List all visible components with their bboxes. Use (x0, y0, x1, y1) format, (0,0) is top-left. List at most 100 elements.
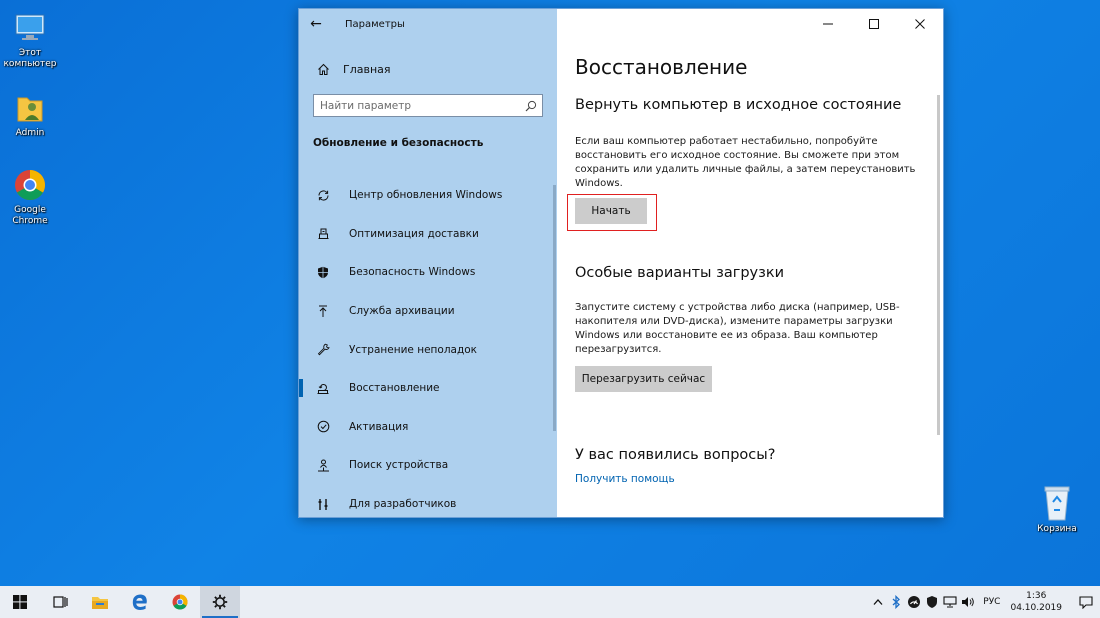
defender-tray-icon[interactable] (923, 586, 941, 618)
sidebar-item-label: Восстановление (349, 382, 440, 395)
clock-date: 04.10.2019 (1010, 603, 1062, 613)
sidebar-item-label: Для разработчиков (349, 498, 457, 511)
get-help-link[interactable]: Получить помощь (575, 473, 675, 485)
sidebar-item-developers[interactable]: Для разработчиков (299, 485, 557, 517)
desktop-icon-recycle-bin[interactable]: Корзина (1027, 484, 1087, 535)
restart-now-button[interactable]: Перезагрузить сейчас (575, 366, 712, 392)
backup-arrow-icon (311, 303, 335, 319)
search-input[interactable] (320, 99, 520, 112)
desktop-icon-this-pc[interactable]: Этот компьютер (0, 10, 60, 70)
maximize-icon (869, 19, 879, 29)
desktop-icon-label: Этот компьютер (3, 48, 57, 69)
edge-button[interactable] (120, 586, 160, 618)
sidebar-item-recovery[interactable]: Восстановление (299, 369, 557, 408)
desktop-icon-label: Google Chrome (12, 205, 48, 226)
recycle-bin-icon (1041, 484, 1073, 522)
start-button[interactable] (0, 586, 40, 618)
sidebar-item-label: Главная (343, 62, 391, 76)
recovery-content: Восстановление Вернуть компьютер в исход… (557, 9, 943, 517)
minimize-icon (823, 23, 833, 25)
bluetooth-tray-icon[interactable] (887, 586, 905, 618)
desktop-icon-label: Корзина (1037, 524, 1077, 534)
system-tray: РУС 1:36 04.10.2019 (869, 586, 1100, 618)
network-tray-icon[interactable] (941, 586, 959, 618)
desktop-icon-chrome[interactable]: Google Chrome (0, 167, 60, 227)
chevron-up-icon (873, 599, 883, 605)
recovery-icon (311, 380, 335, 396)
reset-description: Если ваш компьютер работает нестабильно,… (575, 136, 916, 189)
sidebar-item-windows-security[interactable]: Безопасность Windows (299, 253, 557, 292)
settings-sidebar: ← Параметры Главная Обновление и безопас… (299, 9, 557, 517)
bluetooth-icon (892, 595, 901, 609)
sidebar-item-windows-update[interactable]: Центр обновления Windows (299, 176, 557, 215)
sidebar-item-delivery-optimization[interactable]: Оптимизация доставки (299, 215, 557, 254)
chrome-icon (12, 167, 48, 203)
app-tray-icon[interactable] (905, 586, 923, 618)
task-view-icon (53, 596, 68, 608)
edge-icon (132, 594, 147, 610)
clock-time: 1:36 (1026, 591, 1047, 601)
back-button[interactable]: ← (299, 9, 333, 39)
sidebar-scrollbar[interactable] (553, 185, 556, 431)
shield-icon (311, 264, 335, 280)
search-box (313, 94, 543, 117)
folder-icon (92, 596, 108, 609)
content-scrollbar[interactable] (937, 95, 940, 435)
start-reset-button[interactable]: Начать (575, 198, 647, 224)
sidebar-item-label: Центр обновления Windows (349, 189, 503, 202)
action-center-button[interactable] (1072, 586, 1100, 618)
task-view-button[interactable] (40, 586, 80, 618)
shield-icon (927, 596, 938, 608)
show-hidden-icons-button[interactable] (869, 586, 887, 618)
title-bar: ← Параметры (299, 9, 557, 39)
sidebar-item-label: Активация (349, 420, 409, 433)
reset-heading: Вернуть компьютер в исходное состояние (575, 97, 902, 113)
sidebar-item-find-device[interactable]: Поиск устройства (299, 446, 557, 485)
sidebar-item-activation[interactable]: Активация (299, 408, 557, 447)
delivery-icon (311, 226, 335, 242)
gear-icon (212, 594, 228, 610)
sidebar-item-label: Устранение неполадок (349, 343, 477, 356)
maximize-button[interactable] (851, 9, 897, 39)
minimize-button[interactable] (805, 9, 851, 39)
advanced-startup-description: Запустите систему с устройства либо диск… (575, 302, 900, 355)
sidebar-item-label: Служба архивации (349, 305, 455, 318)
developer-tools-icon (311, 496, 335, 512)
sidebar-item-backup[interactable]: Служба архивации (299, 292, 557, 331)
questions-heading: У вас появились вопросы? (575, 447, 776, 463)
this-pc-icon (12, 10, 48, 46)
wrench-icon (311, 342, 335, 358)
close-icon (915, 19, 925, 29)
desktop-icon-admin[interactable]: Admin (0, 90, 60, 139)
back-arrow-icon: ← (310, 16, 322, 32)
settings-window: ← Параметры Главная Обновление и безопас… (298, 8, 944, 518)
sidebar-item-label: Безопасность Windows (349, 266, 476, 279)
volume-tray-icon[interactable] (959, 586, 977, 618)
file-explorer-button[interactable] (80, 586, 120, 618)
speaker-icon (962, 597, 975, 607)
page-title: Восстановление (575, 55, 748, 79)
home-icon (311, 63, 335, 76)
settings-taskbar-button[interactable] (200, 586, 240, 618)
person-location-icon (311, 457, 335, 473)
window-title: Параметры (345, 18, 405, 30)
network-icon (943, 596, 957, 608)
desktop-icon-label: Admin (15, 128, 45, 138)
sidebar-item-label: Оптимизация доставки (349, 227, 479, 240)
sidebar-item-label: Поиск устройства (349, 459, 449, 472)
sidebar-item-troubleshoot[interactable]: Устранение неполадок (299, 330, 557, 369)
chrome-taskbar-button[interactable] (160, 586, 200, 618)
sidebar-nav: Центр обновления Windows Оптимизация дос… (299, 176, 557, 517)
clock[interactable]: 1:36 04.10.2019 (1010, 590, 1062, 614)
language-indicator[interactable]: РУС (983, 597, 1000, 607)
sidebar-item-home[interactable]: Главная (299, 57, 557, 81)
close-button[interactable] (897, 9, 943, 39)
sync-icon (311, 187, 335, 203)
taskbar: РУС 1:36 04.10.2019 (0, 586, 1100, 618)
check-circle-icon (311, 419, 335, 435)
user-folder-icon (12, 90, 48, 126)
windows-logo-icon (13, 595, 27, 609)
sidebar-section-title: Обновление и безопасность (313, 137, 484, 149)
search-icon[interactable] (520, 95, 542, 116)
chrome-icon (172, 594, 188, 610)
